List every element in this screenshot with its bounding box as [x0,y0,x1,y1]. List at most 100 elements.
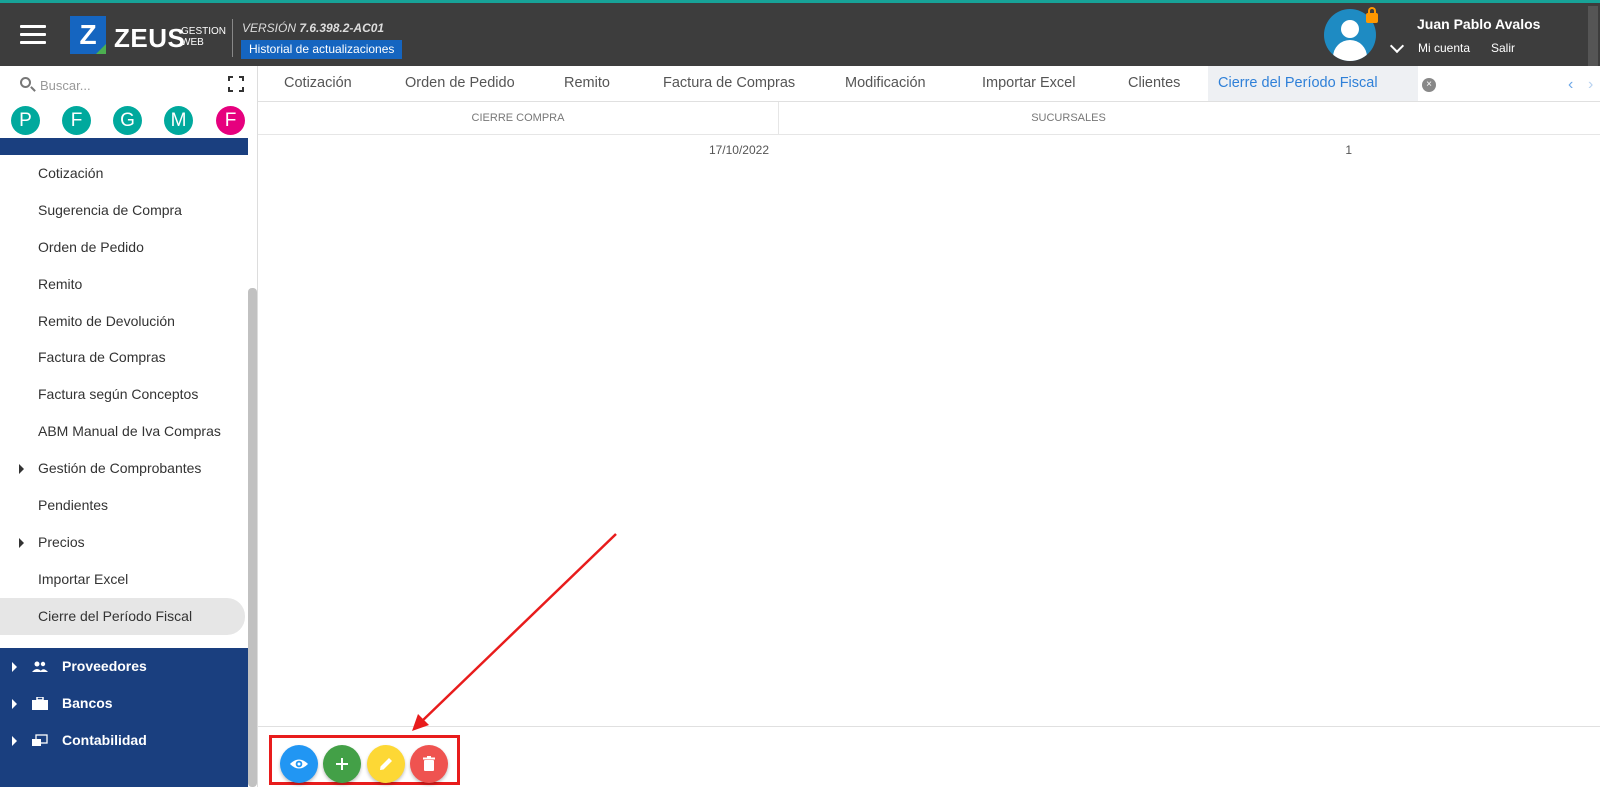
version-prefix: VERSIÓN [242,21,297,35]
cell-sucursales: 1 [1345,143,1352,157]
tab-close-icon[interactable]: × [1422,78,1436,92]
grid-header: CIERRE COMPRA SUCURSALES [258,102,1600,135]
annotation-arrow [412,533,617,731]
tab-orden-pedido[interactable]: Orden de Pedido [405,66,515,101]
tab-bar: Cotización Orden de Pedido Remito Factur… [258,66,1600,102]
lock-icon [1366,7,1378,23]
sidebar-item-contabilidad[interactable]: Contabilidad [0,722,248,759]
tab-cotizacion[interactable]: Cotización [284,66,352,101]
fullscreen-icon[interactable] [228,76,244,92]
column-header-cierre-compra[interactable]: CIERRE COMPRA [258,102,778,135]
search-icon [20,77,31,88]
sidebar-item-label: Cierre del Período Fiscal [38,607,193,624]
delete-button[interactable] [410,745,448,783]
eye-icon [290,759,308,769]
logo-subtitle-line-2: WEB [181,37,204,48]
sidebar-item-remito[interactable]: Remito [0,266,248,303]
tab-importar-excel[interactable]: Importar Excel [982,66,1075,101]
update-history-button[interactable]: Historial de actualizaciones [241,40,403,59]
favorite-p[interactable]: P [11,106,40,135]
table-row[interactable]: 17/10/2022 1 [258,135,1600,166]
pencil-icon [380,758,392,770]
sidebar-item-label: Remito [38,275,83,292]
sidebar-item-abm-iva-compras[interactable]: ABM Manual de Iva Compras [0,413,248,450]
version-label: VERSIÓN 7.6.398.2-AC01 [242,21,384,35]
sidebar-item-label: Orden de Pedido [38,238,144,255]
sidebar-item-sugerencia-compra[interactable]: Sugerencia de Compra [0,192,248,229]
search-input[interactable] [40,74,200,96]
header-divider [232,19,233,57]
tab-modificacion[interactable]: Modificación [845,66,926,101]
sidebar-item-orden-pedido[interactable]: Orden de Pedido [0,229,248,266]
favorite-f[interactable]: F [62,106,91,135]
trash-icon [423,756,435,771]
column-header-sucursales[interactable]: SUCURSALES [779,102,1358,135]
sidebar-item-label: Factura de Compras [38,349,166,366]
sidebar-item-label: Importar Excel [38,570,129,587]
briefcase-icon [32,697,48,710]
zeus-logo-mark: Z [70,16,106,54]
edit-button[interactable] [367,745,405,783]
caret-right-icon [19,464,24,475]
add-button[interactable] [323,745,361,783]
sidebar-item-factura-compras[interactable]: Factura de Compras [0,339,248,376]
cell-cierre-compra: 17/10/2022 [708,143,769,157]
top-bar: Z ZEUS GESTION WEB VERSIÓN 7.6.398.2-AC0… [0,0,1600,66]
chevron-down-icon[interactable] [1389,38,1405,54]
plus-icon [336,758,348,770]
sidebar-item-label: Bancos [62,695,113,711]
sidebar-item-bancos[interactable]: Bancos [0,685,248,722]
sidebar-item-cotizacion[interactable]: Cotización [0,155,248,192]
caret-right-icon [19,537,24,548]
sidebar-item-label: ABM Manual de Iva Compras [38,423,221,440]
people-icon [32,661,48,672]
page-scrollbar[interactable] [1588,6,1598,66]
logo-subtitle-line-1: GESTION [181,26,227,37]
chevron-left-icon[interactable]: ‹ [1568,76,1573,94]
sidebar-item-proveedores[interactable]: Proveedores [0,648,248,685]
sidebar-item-gestion-comprobantes[interactable]: Gestión de Comprobantes [0,450,248,487]
hamburger-menu-icon[interactable] [20,25,46,45]
caret-right-icon [12,662,17,672]
sidebar-item-label: Pendientes [38,497,109,514]
favorite-g[interactable]: G [113,106,142,135]
tab-remito[interactable]: Remito [564,66,610,101]
sidebar-item-remito-devolucion[interactable]: Remito de Devolución [0,303,248,340]
favorites-bar: P F G M F [0,106,257,138]
tab-clientes[interactable]: Clientes [1128,66,1180,101]
sidebar-item-label: Contabilidad [62,732,147,748]
zeus-logo-text: ZEUS [114,23,186,53]
sidebar-item-label: Cotización [38,165,104,181]
ledger-icon [32,734,48,746]
sidebar-item-precios[interactable]: Precios [0,524,248,561]
sidebar-item-cierre-periodo-fiscal[interactable]: Cierre del Período Fiscal [0,597,245,635]
tab-cierre-periodo-fiscal[interactable]: Cierre del Período Fiscal [1208,66,1418,101]
my-account-link[interactable]: Mi cuenta [1418,41,1470,55]
version-number: 7.6.398.2-AC01 [299,21,385,35]
sidebar-item-label: Remito de Devolución [38,312,175,329]
sidebar-item-importar-excel[interactable]: Importar Excel [0,561,248,598]
sidebar-item-label: Sugerencia de Compra [38,201,182,218]
user-name: Juan Pablo Avalos [1417,16,1541,32]
logout-link[interactable]: Salir [1491,41,1515,55]
purchases-submenu: Cotización Sugerencia de Compra Orden de… [0,155,248,635]
sidebar-item-label: Gestión de Comprobantes [38,460,202,477]
sidebar-scrollbar[interactable] [248,288,257,787]
tab-factura-compras[interactable]: Factura de Compras [663,66,795,101]
caret-right-icon [12,736,17,746]
sidebar-item-label: Precios [38,533,85,550]
favorite-f-pink[interactable]: F [216,106,245,135]
menu-section-header[interactable] [0,138,248,155]
caret-right-icon [12,699,17,709]
sidebar-item-label: Proveedores [62,658,147,674]
logo-subtitle: GESTION WEB [181,26,226,48]
chevron-right-icon[interactable]: › [1588,76,1593,94]
data-grid: CIERRE COMPRA SUCURSALES 17/10/2022 1 [258,102,1600,166]
sidebar-item-label: Factura según Conceptos [38,386,199,403]
sidebar-item-factura-conceptos[interactable]: Factura según Conceptos [0,376,248,413]
favorite-m[interactable]: M [164,106,193,135]
main-menu: Proveedores Bancos Contabilidad [0,648,248,787]
sidebar-search [0,66,257,104]
view-button[interactable] [280,745,318,783]
sidebar-item-pendientes[interactable]: Pendientes [0,487,248,524]
